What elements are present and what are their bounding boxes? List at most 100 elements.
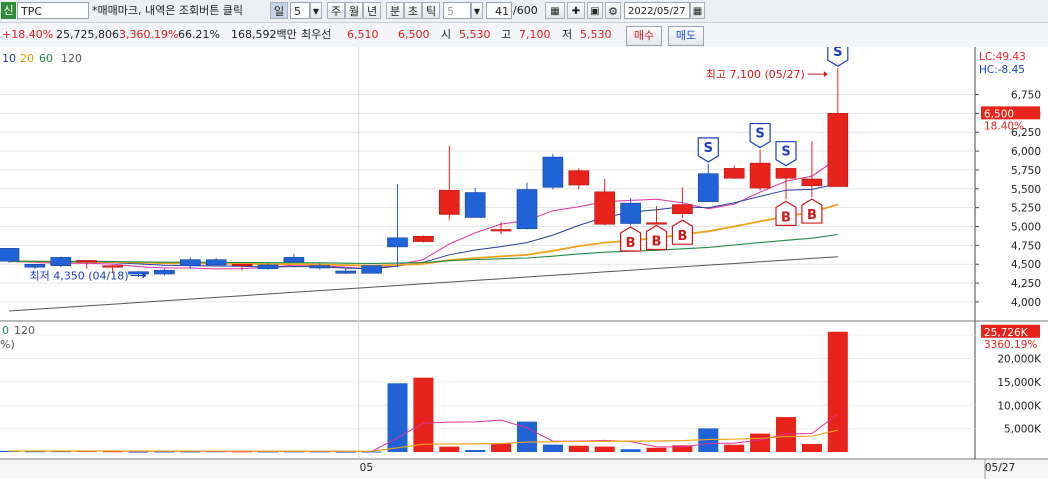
- trade-amount: 168,592백만: [231, 28, 297, 41]
- period-second-tab[interactable]: 초: [404, 2, 422, 19]
- period-tick-tab[interactable]: 틱: [422, 2, 440, 19]
- date-input[interactable]: 2022/05/27: [624, 2, 690, 19]
- last-volume-label: 25,726K: [984, 327, 1029, 339]
- period-week-tab[interactable]: 주: [327, 2, 345, 19]
- volume-bar: [568, 445, 589, 452]
- stock-chart[interactable]: BBBSSSBBS 6,7506,5006,2506,0005,7505,500…: [0, 47, 1048, 479]
- candle-body: [697, 173, 719, 202]
- period-minute-tab[interactable]: 분: [386, 2, 404, 19]
- volume-bar: [724, 444, 745, 452]
- gear-icon[interactable]: ⚙: [605, 2, 621, 19]
- chart-toolbar: 신 TPC *매매마크, 내역은 조회버튼 클릭 일 5 ▼ 주 월 년 분 초…: [0, 0, 1048, 23]
- sell-marker-label: S: [704, 141, 713, 156]
- high-annotation: 최고 7,100 (05/27): [706, 68, 805, 81]
- save-icon[interactable]: ▣: [587, 2, 603, 19]
- low-price: 5,530: [580, 28, 612, 41]
- best-ask: 6,510: [347, 28, 379, 41]
- candle-body: [76, 260, 97, 263]
- period-n-select[interactable]: 5: [290, 2, 310, 19]
- volume-tick-label: 5,000K: [1004, 424, 1042, 436]
- volume-bar: [646, 447, 667, 452]
- price-tick-label: 4,750: [1011, 240, 1041, 252]
- chevron-down-icon[interactable]: ▼: [471, 2, 483, 19]
- open-label: 시: [441, 28, 452, 41]
- price-tick-label: 6,750: [1011, 90, 1041, 102]
- candle-body: [0, 248, 20, 262]
- candle-body: [749, 162, 771, 189]
- buy-marker-label: B: [626, 236, 636, 251]
- price-tick-label: 5,000: [1011, 221, 1041, 233]
- candle-body: [438, 189, 460, 215]
- sell-button[interactable]: 매도: [668, 26, 704, 46]
- candle-body: [283, 257, 305, 263]
- data-count-max: /600: [513, 4, 538, 17]
- volume-tick-label: 10,000K: [997, 400, 1042, 412]
- volume-bar: [128, 451, 149, 453]
- chevron-down-icon[interactable]: ▼: [310, 2, 322, 19]
- lc-label: LC:49.43: [979, 51, 1026, 63]
- candle-body: [257, 264, 279, 270]
- price-tick-label: 5,750: [1011, 165, 1041, 177]
- candle-body: [646, 222, 667, 225]
- candle-body: [672, 204, 693, 214]
- candle-body: [490, 229, 512, 232]
- vol-legend-extra: %): [0, 338, 15, 351]
- code-type-badge[interactable]: 신: [1, 2, 16, 19]
- low-annotation: 최저 4,350 (04/18): [29, 270, 128, 283]
- buy-marker-label: B: [652, 234, 662, 249]
- candle-body: [309, 265, 331, 269]
- hc-label: HC:-8.45: [979, 64, 1025, 76]
- volume-bar: [439, 446, 460, 452]
- volume-bar: [750, 433, 771, 452]
- volume-tick-label: 15,000K: [997, 377, 1042, 389]
- period-month-tab[interactable]: 월: [345, 2, 363, 19]
- candle-body: [542, 156, 564, 188]
- ma-legend-120: 120: [61, 52, 82, 65]
- volume-bar: [491, 443, 512, 452]
- tick-n-select[interactable]: 5: [443, 2, 471, 19]
- last-percent-label: 18.40%: [984, 120, 1024, 132]
- vol-legend-0: 0: [2, 324, 9, 337]
- candle-body: [231, 263, 253, 267]
- candle-body: [361, 265, 382, 274]
- candle-body: [335, 270, 357, 274]
- sell-marker-label: S: [833, 47, 842, 60]
- period-day-tab[interactable]: 일: [270, 2, 288, 19]
- price-tick-label: 5,250: [1011, 203, 1041, 215]
- candle-body: [723, 168, 745, 179]
- marquee-text: *매매마크, 내역은 조회버튼 클릭: [92, 4, 244, 17]
- candle-body: [102, 265, 123, 268]
- price-tick-label: 4,250: [1011, 278, 1041, 290]
- buy-button[interactable]: 매수: [626, 26, 662, 46]
- best-quote-label: 최우선: [301, 28, 332, 41]
- indicator-icon[interactable]: ▦: [545, 2, 565, 19]
- candle-body: [128, 271, 149, 275]
- turnover-rate: 66.21%: [178, 28, 220, 41]
- period-year-tab[interactable]: 년: [363, 2, 381, 19]
- candle-body: [180, 259, 201, 267]
- candle-body: [24, 263, 46, 268]
- candle-body: [464, 192, 486, 218]
- volume-ratio: 3,360.19%: [119, 28, 179, 41]
- volume-bar: [776, 417, 796, 452]
- last-price-label: 6,500: [984, 108, 1014, 120]
- crosshair-icon[interactable]: ✚: [567, 2, 585, 19]
- low-label: 저: [562, 28, 573, 41]
- ma-legend-10: 10: [2, 52, 16, 65]
- volume-bar: [620, 449, 641, 452]
- stock-code-input[interactable]: TPC: [17, 2, 89, 19]
- volume-bar: [801, 443, 822, 452]
- volume-bar: [542, 444, 563, 452]
- month-label: 05: [360, 462, 373, 474]
- volume-bar: [413, 377, 434, 452]
- candle-body: [516, 189, 538, 230]
- candle-body: [413, 236, 434, 242]
- volume-value: 25,725,806: [56, 28, 119, 41]
- volume-bar: [465, 450, 486, 452]
- candle-body: [568, 170, 590, 186]
- ma-legend-20: 20: [20, 52, 34, 65]
- high-label: 고: [501, 28, 512, 41]
- data-count-input[interactable]: 41: [486, 2, 512, 19]
- calendar-icon[interactable]: ▦: [690, 2, 705, 19]
- candle-body: [594, 191, 616, 225]
